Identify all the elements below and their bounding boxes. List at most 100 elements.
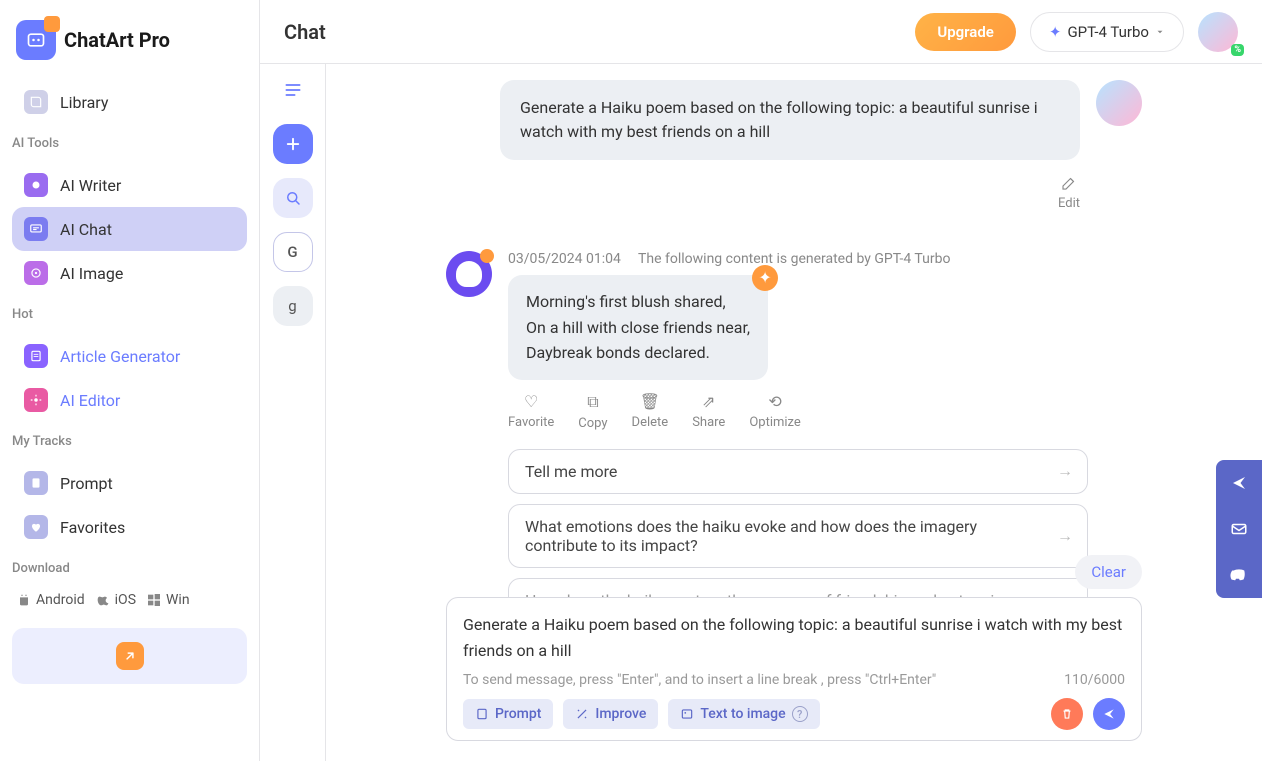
- action-label: Delete: [632, 415, 669, 430]
- action-label: Copy: [578, 416, 607, 431]
- haiku-line: On a hill with close friends near,: [526, 315, 750, 341]
- haiku-line: Morning's first blush shared,: [526, 289, 750, 315]
- page-title: Chat: [284, 20, 901, 44]
- prompt-icon: [24, 471, 48, 495]
- conv-label: g: [288, 297, 296, 315]
- clear-button[interactable]: Clear: [1075, 555, 1142, 589]
- sidebar-item-label: AI Image: [60, 264, 123, 283]
- trash-icon: 🗑: [640, 392, 660, 411]
- group-hot: Hot: [0, 299, 259, 330]
- apple-icon: [95, 592, 111, 608]
- sidebar-item-label: Library: [60, 93, 108, 112]
- android-icon: [16, 592, 32, 608]
- bot-avatar: [446, 251, 492, 297]
- message-input[interactable]: Generate a Haiku poem based on the follo…: [463, 612, 1125, 664]
- model-selector[interactable]: ✦ GPT-4 Turbo: [1030, 12, 1184, 52]
- delete-button[interactable]: 🗑 Delete: [632, 392, 669, 431]
- model-name: GPT-4 Turbo: [1067, 23, 1149, 41]
- sidebar-item-ai-writer[interactable]: AI Writer: [12, 163, 247, 207]
- action-label: Share: [692, 415, 725, 430]
- image-icon: [680, 707, 694, 721]
- bot-message-row: 03/05/2024 01:04 The following content i…: [446, 251, 1142, 642]
- message-actions: ♡ Favorite ⧉ Copy 🗑 Delete ⇗ Share ⟲Optimize: [508, 392, 1142, 431]
- download-label: Android: [36, 592, 85, 608]
- trash-icon: [1060, 707, 1074, 721]
- user-avatar-small: [1096, 80, 1142, 126]
- sidebar-item-article-generator[interactable]: Article Generator: [12, 334, 247, 378]
- send-icon: [1102, 707, 1116, 721]
- edit-icon: [1060, 174, 1078, 192]
- optimize-button[interactable]: ⟲Optimize: [749, 392, 800, 431]
- action-label: Favorite: [508, 415, 554, 430]
- download-label: iOS: [115, 592, 136, 608]
- logo[interactable]: ChatArt Pro: [0, 12, 259, 76]
- sidebar-item-ai-image[interactable]: AI Image: [12, 251, 247, 295]
- text-to-image-chip[interactable]: Text to image ?: [668, 699, 819, 729]
- download-android[interactable]: Android: [16, 592, 85, 608]
- download-win[interactable]: Win: [146, 592, 190, 608]
- favorite-button[interactable]: ♡ Favorite: [508, 392, 554, 431]
- sidebar-item-label: AI Writer: [60, 176, 121, 195]
- edit-message-button[interactable]: Edit: [1058, 174, 1080, 211]
- user-message-bubble: Generate a Haiku poem based on the follo…: [500, 80, 1080, 160]
- sidebar-item-prompt[interactable]: Prompt: [12, 461, 247, 505]
- sidebar-item-favorites[interactable]: Favorites: [12, 505, 247, 549]
- logo-icon: [16, 20, 56, 60]
- float-discord-button[interactable]: [1216, 552, 1262, 598]
- input-card: Generate a Haiku poem based on the follo…: [446, 597, 1142, 741]
- clear-input-button[interactable]: [1051, 698, 1083, 730]
- collapse-button[interactable]: [273, 70, 313, 110]
- arrow-right-icon: →: [1057, 461, 1073, 481]
- copy-button[interactable]: ⧉ Copy: [578, 392, 607, 431]
- prompt-chip[interactable]: Prompt: [463, 699, 553, 729]
- optimize-icon: ⟲: [768, 392, 781, 411]
- sidebar-item-library[interactable]: Library: [12, 80, 247, 124]
- chip-label: Improve: [595, 706, 646, 722]
- new-chat-button[interactable]: [273, 124, 313, 164]
- group-my-tracks: My Tracks: [0, 426, 259, 457]
- suggestion-item[interactable]: What emotions does the haiku evoke and h…: [508, 504, 1088, 568]
- sidebar-item-ai-editor[interactable]: AI Editor: [12, 378, 247, 422]
- heart-icon: [24, 515, 48, 539]
- share-button[interactable]: ⇗ Share: [692, 392, 725, 431]
- editor-icon: [24, 388, 48, 412]
- sidebar-item-ai-chat[interactable]: AI Chat: [12, 207, 247, 251]
- conversation-g-lower[interactable]: g: [273, 286, 313, 326]
- wand-icon: [575, 707, 589, 721]
- windows-icon: [146, 592, 162, 608]
- conversation-g-upper[interactable]: G: [273, 232, 313, 272]
- chip-label: Text to image: [700, 706, 785, 722]
- bot-timestamp: 03/05/2024 01:04: [508, 251, 621, 267]
- bolt-icon: ✦: [1049, 23, 1062, 41]
- floating-actions: [1216, 460, 1262, 598]
- user-message-row: Generate a Haiku poem based on the follo…: [446, 80, 1142, 160]
- haiku-line: Daybreak bonds declared.: [526, 340, 750, 366]
- share-icon: ⇗: [702, 392, 715, 411]
- bot-message-bubble: ✦ Morning's first blush shared, On a hil…: [508, 275, 768, 380]
- prompt-icon: [475, 707, 489, 721]
- mail-icon: [1230, 520, 1248, 538]
- send-button[interactable]: [1093, 698, 1125, 730]
- upgrade-button[interactable]: Upgrade: [915, 13, 1016, 51]
- discord-icon: [1230, 566, 1248, 584]
- writer-icon: [24, 173, 48, 197]
- download-ios[interactable]: iOS: [95, 592, 136, 608]
- float-mail-button[interactable]: [1216, 506, 1262, 552]
- suggestion-item[interactable]: Tell me more →: [508, 449, 1088, 494]
- suggestion-text: Tell me more: [525, 462, 617, 481]
- arrow-right-icon: →: [1057, 526, 1073, 546]
- image-icon: [24, 261, 48, 285]
- chevron-down-icon: [1155, 27, 1165, 37]
- copy-icon: ⧉: [587, 392, 598, 412]
- chat-icon: [24, 217, 48, 241]
- conv-label: G: [287, 243, 297, 261]
- heart-icon: ♡: [524, 392, 538, 411]
- arrow-up-icon: [116, 642, 144, 670]
- search-button[interactable]: [273, 178, 313, 218]
- float-share-button[interactable]: [1216, 460, 1262, 506]
- edit-label: Edit: [1058, 196, 1080, 211]
- improve-chip[interactable]: Improve: [563, 699, 658, 729]
- promo-card[interactable]: [12, 628, 247, 684]
- user-avatar[interactable]: [1198, 12, 1238, 52]
- brand-name: ChatArt Pro: [64, 28, 170, 52]
